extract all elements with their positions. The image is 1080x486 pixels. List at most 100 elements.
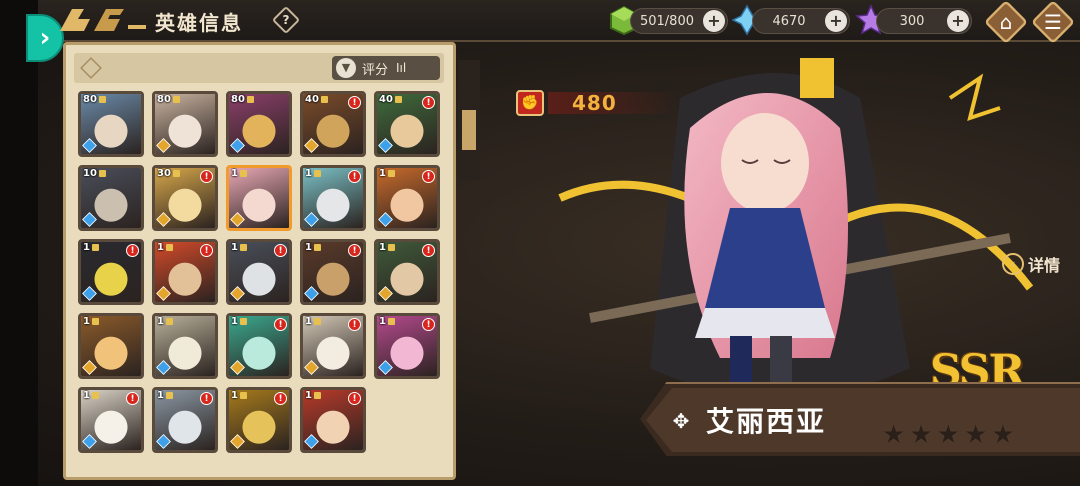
hero-roster-panel: ▼ 评分 Iıl 80 80 80 40! 40! 10 30! 1 1! 1! 1! 1! 1! 1! 1…: [63, 42, 456, 480]
hero-level-value: 1: [83, 316, 90, 327]
crystal-value: 4670: [772, 13, 806, 29]
gem-value: 300: [899, 13, 925, 29]
hero-level-value: 10: [83, 168, 97, 179]
alert-icon: !: [274, 318, 287, 331]
hero-card[interactable]: 1: [152, 313, 218, 379]
hero-level-value: 80: [157, 94, 171, 105]
hero-level-value: 30: [157, 168, 171, 179]
class-compass-icon: ✥: [672, 409, 690, 433]
hero-level: 30: [157, 168, 180, 179]
alert-icon: !: [126, 244, 139, 257]
details-button[interactable]: ‹ 详情: [1002, 252, 1060, 276]
game-logo-icon: [60, 9, 146, 31]
hero-level-value: 80: [231, 94, 245, 105]
hero-card[interactable]: 1!: [152, 239, 218, 305]
add-energy-button[interactable]: +: [703, 10, 725, 32]
add-crystal-button[interactable]: +: [825, 10, 847, 32]
hero-level-value: 1: [379, 242, 386, 253]
hero-level: 1: [379, 316, 395, 327]
hero-level: 1: [231, 316, 247, 327]
hero-card[interactable]: 30!: [152, 165, 218, 231]
hero-level: 80: [157, 94, 180, 105]
alert-icon: !: [274, 244, 287, 257]
hero-card[interactable]: 1: [226, 165, 292, 231]
alert-icon: !: [422, 96, 435, 109]
hero-card[interactable]: 40!: [374, 91, 440, 157]
level-icon: [246, 95, 254, 103]
hero-card[interactable]: 1!: [152, 387, 218, 453]
level-icon: [165, 317, 173, 325]
hero-card[interactable]: 1!: [300, 239, 366, 305]
page-title: 英雄信息: [155, 11, 243, 35]
star-icon: ★: [909, 420, 933, 450]
hero-card[interactable]: 1!: [300, 165, 366, 231]
filter-icon[interactable]: ▼: [336, 58, 356, 78]
hero-card[interactable]: 1!: [374, 165, 440, 231]
hero-level-value: 1: [231, 390, 238, 401]
menu-button[interactable]: ☰: [1030, 0, 1076, 45]
panel-ornament-icon: [80, 57, 102, 79]
level-icon: [313, 391, 321, 399]
level-icon: [91, 317, 99, 325]
home-button[interactable]: ⌂: [983, 0, 1029, 45]
fist-icon: ✊: [516, 90, 544, 116]
alert-icon: !: [348, 392, 361, 405]
hero-level: 40: [379, 94, 402, 105]
level-icon: [172, 95, 180, 103]
hero-level: 1: [305, 390, 321, 401]
hero-level-value: 1: [231, 316, 238, 327]
hero-card[interactable]: 80: [152, 91, 218, 157]
level-icon: [313, 169, 321, 177]
level-icon: [91, 243, 99, 251]
help-icon: ?: [282, 13, 290, 27]
level-icon: [313, 317, 321, 325]
hero-card[interactable]: 40!: [300, 91, 366, 157]
hero-level-value: 1: [157, 242, 164, 253]
alert-icon: !: [422, 318, 435, 331]
hero-level: 1: [305, 168, 321, 179]
hero-card[interactable]: 80: [78, 91, 144, 157]
alert-icon: !: [348, 170, 361, 183]
hero-level: 1: [83, 242, 99, 253]
hero-card[interactable]: 1!: [226, 313, 292, 379]
hero-level-value: 1: [83, 242, 90, 253]
hero-card[interactable]: 1!: [374, 313, 440, 379]
star-icon: ★: [991, 420, 1015, 450]
hero-card[interactable]: 1: [78, 313, 144, 379]
details-label: 详情: [1028, 256, 1061, 275]
hero-level-value: 1: [157, 316, 164, 327]
hero-level: 1: [157, 316, 173, 327]
hero-card[interactable]: 1!: [78, 387, 144, 453]
hero-level-value: 1: [305, 168, 312, 179]
hero-card[interactable]: 1!: [226, 387, 292, 453]
hero-card[interactable]: 1!: [374, 239, 440, 305]
hero-level: 1: [83, 390, 99, 401]
level-icon: [165, 391, 173, 399]
alert-icon: !: [126, 392, 139, 405]
hero-level-value: 1: [305, 242, 312, 253]
level-icon: [387, 243, 395, 251]
chevron-right-icon: ›: [39, 23, 51, 53]
hero-level-value: 40: [305, 94, 319, 105]
panel-divider: [458, 60, 480, 180]
hero-grid: 80 80 80 40! 40! 10 30! 1 1! 1! 1! 1! 1! 1! 1! 1 1 1! 1! 1!…: [78, 91, 448, 453]
sort-by-score-button[interactable]: ▼ 评分 Iıl: [332, 56, 440, 80]
level-icon: [394, 95, 402, 103]
hero-level: 1: [379, 242, 395, 253]
hero-level: 1: [305, 316, 321, 327]
hero-card[interactable]: 1!: [300, 313, 366, 379]
add-gem-button[interactable]: +: [947, 10, 969, 32]
hero-card[interactable]: 80: [226, 91, 292, 157]
hero-level-value: 1: [305, 316, 312, 327]
level-icon: [98, 95, 106, 103]
star-icon: ★: [936, 420, 960, 450]
hero-card[interactable]: 10: [78, 165, 144, 231]
hero-level: 1: [83, 316, 99, 327]
hero-card[interactable]: 1!: [300, 387, 366, 453]
roster-header: ▼ 评分 Iıl: [74, 53, 444, 83]
hero-card[interactable]: 1!: [226, 239, 292, 305]
gem-counter: 300 +: [876, 8, 972, 34]
hero-level: 1: [157, 390, 173, 401]
hero-card[interactable]: 1!: [78, 239, 144, 305]
level-icon: [320, 95, 328, 103]
